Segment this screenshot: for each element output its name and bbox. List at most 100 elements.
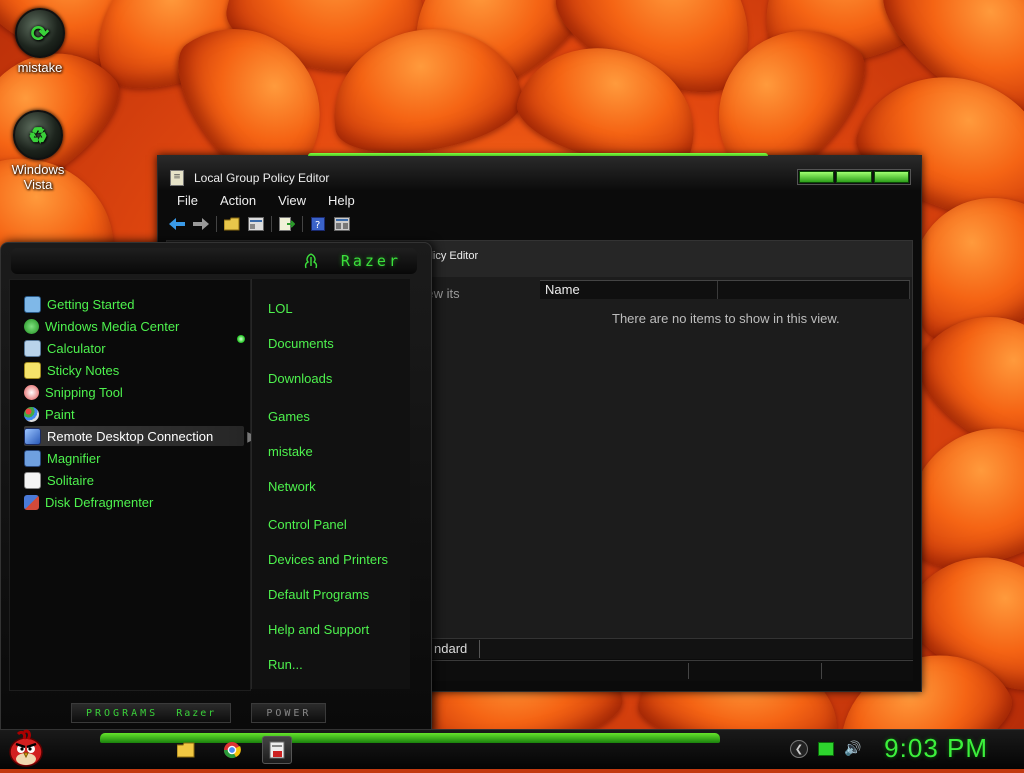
column-blank[interactable]	[718, 281, 910, 299]
place-default-programs[interactable]: Default Programs	[268, 587, 369, 602]
status-segment	[688, 663, 689, 679]
window-controls	[797, 169, 911, 185]
svg-text:?: ?	[315, 220, 320, 231]
network-icon[interactable]	[818, 742, 834, 756]
program-label: Sticky Notes	[47, 362, 120, 378]
program-sticky-notes[interactable]: Sticky Notes	[24, 360, 244, 380]
program-label: Solitaire	[47, 472, 94, 488]
menu-bar: File Action View Help	[166, 192, 366, 210]
media-center-icon	[24, 318, 39, 334]
show-hidden-icon[interactable]: ❮	[790, 740, 808, 758]
program-label: Windows Media Center	[45, 318, 180, 334]
column-name[interactable]: Name	[540, 281, 718, 299]
desktop-icon-label: mistake	[17, 60, 63, 75]
desktop-icon-mistake[interactable]: ⟳ mistake	[0, 8, 80, 75]
program-label: Calculator	[47, 340, 106, 356]
status-segment	[821, 663, 822, 679]
start-menu-header: Razer	[11, 248, 417, 274]
program-label: Disk Defragmenter	[45, 494, 154, 510]
folder-icon	[224, 217, 240, 231]
menu-view[interactable]: View	[267, 192, 317, 210]
all-programs-brand: Razer	[176, 707, 217, 719]
back-icon	[169, 218, 185, 230]
recycle-bin-icon: ♻	[13, 110, 63, 160]
all-programs-button[interactable]: PROGRAMS Razer	[71, 703, 232, 723]
toolbar-separator	[216, 216, 217, 232]
place-mistake[interactable]: mistake	[268, 444, 313, 459]
place-devices-and-printers[interactable]: Devices and Printers	[268, 552, 388, 567]
program-remote-desktop-connection[interactable]: Remote Desktop Connection ▶	[24, 426, 258, 446]
properties-button[interactable]	[247, 216, 265, 232]
program-magnifier[interactable]: Magnifier	[24, 448, 244, 468]
start-menu-footer: PROGRAMS Razer POWER	[71, 703, 327, 725]
taskbar-chrome[interactable]	[220, 738, 244, 762]
taskbar: ❮ 🔊 9:03 PM	[0, 729, 1024, 769]
list-column-header: Name	[540, 280, 910, 299]
program-list: Getting Started Windows Media Center Cal…	[9, 279, 258, 691]
calculator-icon	[24, 339, 41, 357]
forward-icon	[193, 218, 209, 230]
taskbar-group-policy-editor[interactable]	[262, 736, 292, 764]
toolbar-separator	[302, 216, 303, 232]
program-getting-started[interactable]: Getting Started	[24, 294, 244, 314]
export-icon	[279, 217, 295, 231]
help-button[interactable]: ?	[309, 216, 327, 232]
paint-icon	[24, 406, 39, 422]
chrome-icon	[223, 742, 241, 759]
program-calculator[interactable]: Calculator	[24, 338, 244, 358]
remote-desktop-icon	[24, 427, 41, 445]
place-lol[interactable]: LOL	[268, 301, 293, 316]
desktop-icon-label: Windows Vista	[11, 162, 65, 192]
magnifier-icon	[24, 449, 41, 467]
place-games[interactable]: Games	[268, 409, 310, 424]
explorer-icon	[177, 742, 195, 758]
menu-action[interactable]: Action	[209, 192, 267, 210]
power-button[interactable]: POWER	[251, 703, 327, 723]
place-control-panel[interactable]: Control Panel	[268, 517, 347, 532]
taskbar-clock[interactable]: 9:03 PM	[884, 733, 988, 764]
view-icon	[334, 217, 350, 231]
places-list: LOL Documents Downloads Games mistake Ne…	[251, 279, 410, 689]
export-list-button[interactable]	[278, 216, 296, 232]
menu-help[interactable]: Help	[317, 192, 366, 210]
back-button[interactable]	[168, 216, 186, 232]
razer-snake-icon	[304, 253, 318, 269]
minimize-button[interactable]	[799, 171, 835, 183]
up-folder-button[interactable]	[223, 216, 241, 232]
forward-button[interactable]	[192, 216, 210, 232]
toolbar: ?	[168, 214, 351, 234]
program-snipping-tool[interactable]: Snipping Tool	[24, 382, 244, 402]
taskbar-explorer[interactable]	[174, 738, 198, 762]
program-label: Paint	[45, 406, 75, 422]
maximize-button[interactable]	[836, 171, 872, 183]
defragmenter-icon	[24, 494, 39, 510]
getting-started-icon	[24, 295, 41, 313]
app-orb-icon: ⟳	[15, 8, 65, 58]
close-button[interactable]	[873, 171, 909, 183]
snipping-tool-icon	[24, 384, 39, 400]
volume-icon[interactable]: 🔊	[844, 741, 861, 757]
toolbar-separator	[271, 216, 272, 232]
place-downloads[interactable]: Downloads	[268, 371, 332, 386]
sticky-notes-icon	[24, 361, 41, 379]
menu-file[interactable]: File	[166, 192, 209, 210]
program-windows-media-center[interactable]: Windows Media Center	[24, 316, 244, 336]
program-label: Magnifier	[47, 450, 101, 466]
program-solitaire[interactable]: Solitaire	[24, 470, 244, 490]
group-policy-icon	[269, 741, 285, 759]
program-label: Snipping Tool	[45, 384, 123, 400]
start-button[interactable]	[4, 726, 48, 770]
desktop-icon-windows-vista[interactable]: ♻ Windows Vista	[0, 110, 78, 192]
title-bar[interactable]: ≡ Local Group Policy Editor	[158, 156, 921, 190]
view-button[interactable]	[333, 216, 351, 232]
program-disk-defragmenter[interactable]: Disk Defragmenter	[24, 492, 244, 512]
program-label: Getting Started	[47, 296, 135, 312]
program-label: Remote Desktop Connection	[47, 428, 214, 444]
properties-icon	[248, 217, 264, 231]
place-help-and-support[interactable]: Help and Support	[268, 622, 369, 637]
program-paint[interactable]: Paint	[24, 404, 244, 424]
place-documents[interactable]: Documents	[268, 336, 334, 351]
place-network[interactable]: Network	[268, 479, 316, 494]
window-title: Local Group Policy Editor	[194, 171, 330, 185]
place-run[interactable]: Run...	[268, 657, 303, 672]
